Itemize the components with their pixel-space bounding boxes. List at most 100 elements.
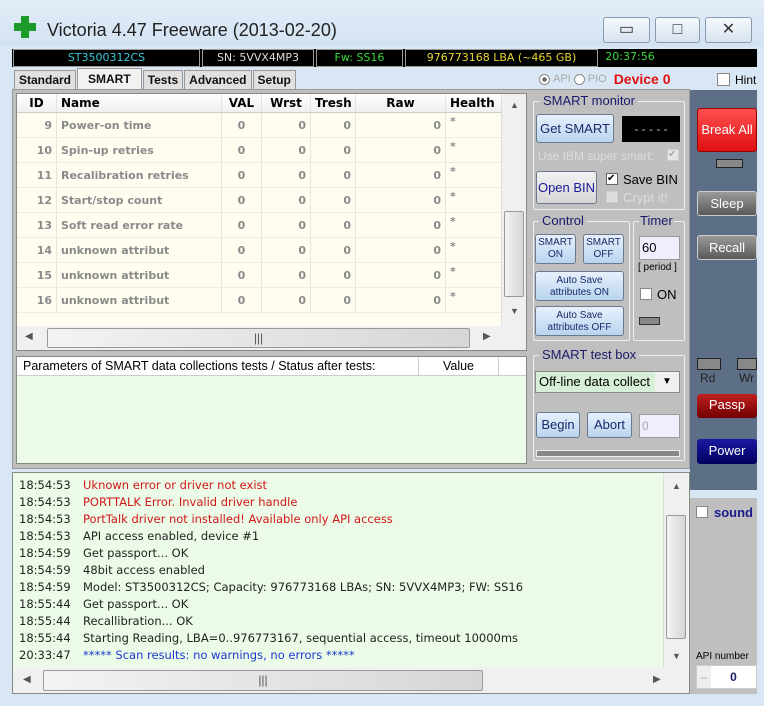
cell-name: unknown attribut — [57, 238, 222, 262]
chevron-down-icon[interactable]: ▼ — [655, 372, 679, 392]
col-raw[interactable]: Raw — [356, 94, 446, 112]
tab-advanced[interactable]: Advanced — [184, 70, 252, 89]
passp-button[interactable]: Passp — [697, 394, 757, 418]
table-row[interactable]: 13 Soft read error rate 0 0 0 0 * — [17, 213, 502, 238]
test-progress-input[interactable]: 0 — [639, 414, 680, 438]
log-entry: 18:54:53 PORTTALK Error. Invalid driver h… — [13, 494, 689, 511]
save-bin-checkbox[interactable]: ✔ — [606, 173, 618, 185]
open-bin-button[interactable]: Open BIN — [536, 171, 597, 204]
log-entry: 18:54:53 Uknown error or driver not exist — [13, 477, 689, 494]
minimize-button[interactable]: ▭ — [603, 17, 650, 43]
log-scroll-up-icon[interactable]: ▲ — [672, 481, 681, 491]
smart-off-line2: OFF — [593, 249, 614, 260]
col-name[interactable]: Name — [57, 94, 222, 112]
col-val[interactable]: VAL — [222, 94, 262, 112]
test-type-value: Off-line data collect — [539, 374, 651, 389]
table-vertical-scrollbar[interactable]: ▲ ▼ — [501, 94, 526, 326]
cell-wrst: 0 — [262, 113, 311, 137]
auto-save-off-button[interactable]: Auto Save attributes OFF — [535, 306, 624, 336]
col-id[interactable]: ID — [17, 94, 57, 112]
col-tresh[interactable]: Tresh — [311, 94, 356, 112]
cell-tresh: 0 — [311, 288, 356, 312]
tab-setup[interactable]: Setup — [252, 70, 296, 89]
scroll-left-icon[interactable]: ◀ — [25, 331, 33, 342]
sound-checkbox[interactable] — [696, 506, 708, 518]
log-message: API access enabled, device #1 — [83, 529, 260, 543]
scroll-right-icon[interactable]: ▶ — [483, 331, 491, 342]
timer-label: Timer — [639, 213, 674, 228]
pio-radio[interactable] — [573, 73, 585, 85]
auto-save-on-button[interactable]: Auto Save attributes ON — [535, 271, 624, 301]
log-vertical-scrollbar[interactable]: ▲ ▼ — [663, 473, 688, 668]
cell-name: Spin-up retries — [57, 138, 222, 162]
log-time: 18:54:53 — [19, 495, 71, 509]
tab-standard[interactable]: Standard — [14, 70, 77, 89]
tab-tests[interactable]: Tests — [142, 70, 184, 89]
timer-input[interactable]: 60 — [639, 236, 680, 260]
table-row[interactable]: 10 Spin-up retries 0 0 0 0 * — [17, 138, 502, 163]
log-scroll-right-icon[interactable]: ▶ — [653, 674, 661, 685]
table-row[interactable]: 9 Power-on time 0 0 0 0 * — [17, 113, 502, 138]
smart-on-button[interactable]: SMART ON — [535, 234, 576, 264]
recall-button[interactable]: Recall — [697, 235, 757, 260]
api-radio[interactable] — [539, 73, 550, 85]
cell-wrst: 0 — [262, 138, 311, 162]
cell-val: 0 — [222, 263, 262, 287]
hscroll-thumb[interactable]: ||| — [47, 328, 470, 348]
cell-name: Power-on time — [57, 113, 222, 137]
api-number-spinner[interactable]: – 0 — [696, 665, 757, 689]
cell-raw: 0 — [356, 138, 446, 162]
scroll-down-icon[interactable]: ▼ — [510, 306, 519, 316]
table-row[interactable]: 12 Start/stop count 0 0 0 0 * — [17, 188, 502, 213]
timer-on-checkbox[interactable] — [640, 288, 652, 300]
log-scroll-left-icon[interactable]: ◀ — [23, 674, 31, 685]
table-horizontal-scrollbar[interactable]: ◀ ||| ▶ — [17, 326, 526, 350]
test-type-select[interactable]: Off-line data collect ▼ — [535, 371, 680, 393]
log-entry: 18:54:59 Model: ST3500312CS; Capacity: 97… — [13, 579, 689, 596]
smart-off-button[interactable]: SMART OFF — [583, 234, 624, 264]
log-scroll-thumb[interactable] — [666, 515, 686, 639]
crypt-checkbox[interactable] — [606, 191, 618, 203]
maximize-button[interactable]: □ — [655, 17, 700, 43]
table-row[interactable]: 14 unknown attribut 0 0 0 0 * — [17, 238, 502, 263]
api-decrement-button[interactable]: – — [697, 666, 711, 688]
hint-checkbox[interactable] — [717, 73, 730, 86]
cell-raw: 0 — [356, 263, 446, 287]
close-button[interactable]: ✕ — [705, 17, 752, 43]
abort-button[interactable]: Abort — [587, 412, 632, 438]
break-all-button[interactable]: Break All — [697, 108, 757, 152]
col-health[interactable]: Health — [446, 94, 502, 112]
timer-indicator — [639, 317, 660, 325]
col-wrst[interactable]: Wrst — [262, 94, 311, 112]
power-button[interactable]: Power — [697, 439, 757, 464]
clock-field: 20:37:56 — [605, 50, 655, 63]
test-params-table: Parameters of SMART data collections tes… — [16, 356, 527, 464]
log-time: 18:55:44 — [19, 631, 71, 645]
log-scroll-down-icon[interactable]: ▼ — [672, 651, 681, 661]
table-row[interactable]: 16 unknown attribut 0 0 0 0 * — [17, 288, 502, 313]
log-time: 18:54:53 — [19, 512, 71, 526]
scroll-up-icon[interactable]: ▲ — [510, 100, 519, 110]
get-smart-button[interactable]: Get SMART — [536, 114, 614, 143]
cell-health: * — [446, 238, 502, 262]
ibm-smart-checkbox[interactable]: ✔ — [667, 149, 679, 161]
begin-button[interactable]: Begin — [536, 412, 580, 438]
drive-info-bar: ST3500312CS SN: 5VVX4MP3 Fw: SS16 976773… — [12, 49, 757, 67]
table-row[interactable]: 11 Recalibration retries 0 0 0 0 * — [17, 163, 502, 188]
auto-off-line2: attributes OFF — [547, 322, 612, 333]
cell-health: * — [446, 188, 502, 212]
crypt-label: Crypt it! — [623, 190, 668, 205]
cell-val: 0 — [222, 113, 262, 137]
scroll-thumb[interactable] — [504, 211, 524, 297]
tab-smart[interactable]: SMART — [77, 68, 142, 89]
smart-monitor-label: SMART monitor — [540, 93, 638, 108]
api-number-value[interactable]: 0 — [711, 666, 756, 688]
auto-off-line1: Auto Save — [556, 310, 603, 321]
sleep-button[interactable]: Sleep — [697, 191, 757, 216]
save-bin-label: Save BIN — [623, 172, 678, 187]
log-time: 18:54:53 — [19, 529, 71, 543]
table-row[interactable]: 15 unknown attribut 0 0 0 0 * — [17, 263, 502, 288]
log-horizontal-scrollbar[interactable]: ◀ ||| ▶ — [13, 668, 689, 693]
log-hscroll-thumb[interactable]: ||| — [43, 670, 483, 691]
timer-on-label: ON — [657, 287, 677, 302]
